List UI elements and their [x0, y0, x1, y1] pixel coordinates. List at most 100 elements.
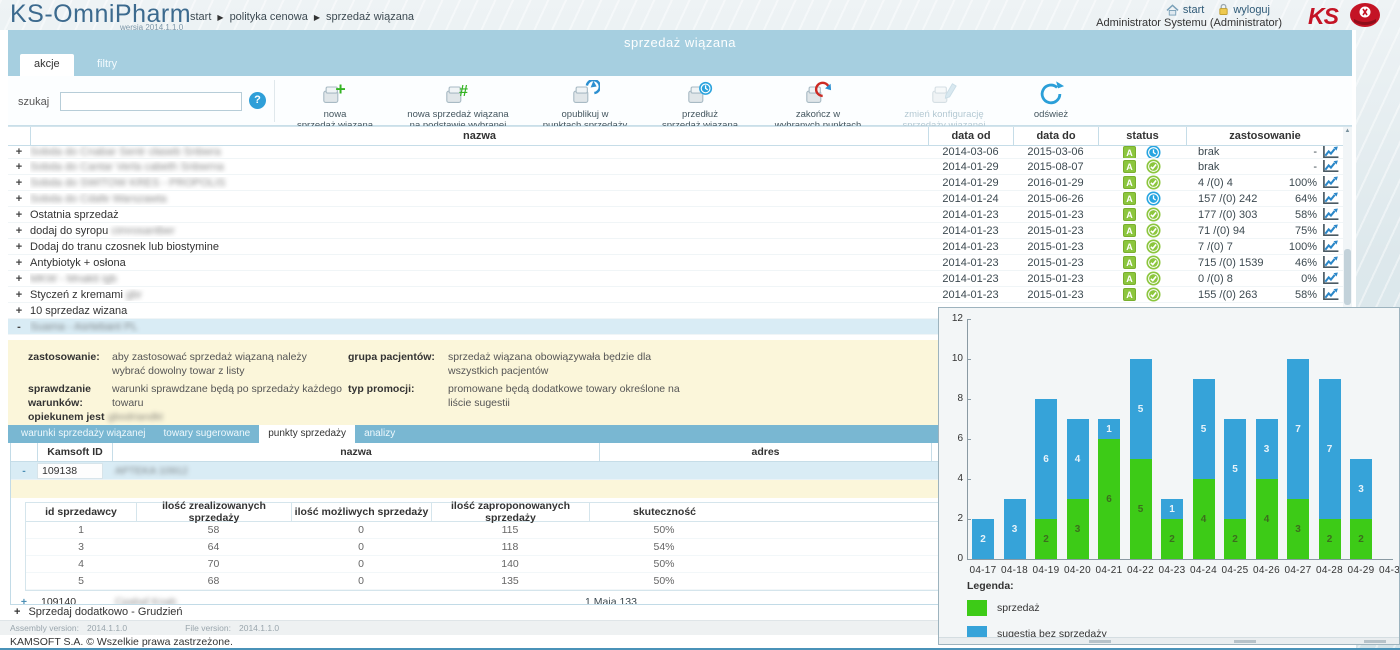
- row-usage: 715 /(0) 1539: [1186, 257, 1263, 269]
- table-row[interactable]: +dodaj do syropu cimrosantber2014-01-232…: [8, 223, 1352, 239]
- col-kamsoft-id[interactable]: Kamsoft ID: [37, 443, 112, 461]
- row-expander[interactable]: +: [8, 209, 30, 221]
- refresh-button[interactable]: odśwież: [1008, 78, 1094, 120]
- row-date-from: 2014-01-23: [928, 289, 1013, 301]
- row-name: Styczeń z kremami: [30, 289, 126, 301]
- col-zastosowanie[interactable]: zastosowanie: [1186, 127, 1343, 145]
- tab-warunki-sprzedazy-wiazanej[interactable]: warunki sprzedaży wiązanej: [12, 425, 155, 443]
- home-link[interactable]: start: [1166, 4, 1204, 16]
- row-chart-icon[interactable]: [1320, 255, 1340, 270]
- row-chart-icon[interactable]: [1320, 146, 1340, 159]
- row-usage: brak: [1186, 146, 1219, 158]
- row-expander[interactable]: +: [8, 257, 30, 269]
- col-skutecznosc[interactable]: skuteczność: [589, 503, 739, 521]
- bar-segment: 2: [1224, 519, 1246, 559]
- table-row[interactable]: +Styczeń z kremami gbr2014-01-232015-01-…: [8, 287, 1352, 303]
- row-chart-icon[interactable]: [1320, 207, 1340, 222]
- breadcrumb-item[interactable]: polityka cenowa: [230, 11, 308, 23]
- row-name: Sprzedaj dodatkowo - Grudzień: [28, 606, 182, 620]
- col-adres[interactable]: adres: [599, 443, 931, 461]
- seller-row[interactable]: 364011854%: [26, 539, 944, 556]
- detail-label: sprawdzanie warunków:: [28, 382, 104, 410]
- row-expander[interactable]: +: [8, 273, 30, 285]
- row-expander[interactable]: +: [8, 289, 30, 301]
- table-row[interactable]: +Sobda do Cdafe Warszawta2014-01-242015-…: [8, 191, 1352, 207]
- seller-row[interactable]: 158011550%: [26, 522, 944, 539]
- row-chart-icon[interactable]: [1320, 223, 1340, 238]
- new-bundled-sale-from-selected-button[interactable]: # nowa sprzedaż wiązana na podstawie wyb…: [390, 78, 526, 131]
- col-data-od[interactable]: data od: [928, 127, 1013, 145]
- scrollbar-thumb[interactable]: [1344, 249, 1351, 305]
- row-usage: brak: [1186, 161, 1219, 173]
- row-date-from: 2014-01-29: [928, 177, 1013, 189]
- table-row[interactable]: +Sobda do SWITOW KRES - PROPOLIS2014-01-…: [8, 175, 1352, 191]
- col-status[interactable]: status: [1098, 127, 1186, 145]
- row-collapse-control[interactable]: -: [11, 465, 37, 477]
- seller-row[interactable]: 568013550%: [26, 573, 944, 590]
- row-expander[interactable]: +: [8, 146, 30, 158]
- col-mozliwe[interactable]: ilość możliwych sprzedaży: [291, 503, 431, 521]
- tab-towary-sugerowane[interactable]: towary sugerowane: [155, 425, 260, 443]
- seller-row[interactable]: 470014050%: [26, 556, 944, 573]
- x-tick-label: 04-19: [1029, 565, 1063, 576]
- table-row[interactable]: +Antybiotyk + osłona2014-01-232015-01-23…: [8, 255, 1352, 271]
- help-icon[interactable]: ?: [249, 92, 266, 109]
- row-usage-percent: -: [1313, 161, 1317, 173]
- logout-link[interactable]: wyloguj: [1218, 3, 1270, 16]
- tab-analizy[interactable]: analizy: [355, 425, 404, 443]
- breadcrumb-item[interactable]: sprzedaż wiązana: [326, 11, 414, 23]
- tab-punkty-sprzedazy[interactable]: punkty sprzedaży: [259, 425, 355, 443]
- extend-bundled-sale-button[interactable]: przedłuż sprzedaż wiązaną: [644, 78, 756, 131]
- col-zaproponowane[interactable]: ilość zaproponowanych sprzedaży: [431, 503, 589, 521]
- seller-proposed: 118: [431, 541, 589, 553]
- table-row[interactable]: +MKW - Mnakti igb2014-01-232015-01-23A0 …: [8, 271, 1352, 287]
- table-row[interactable]: +Sobda do Cantar Verla cabeth Snbwrna201…: [8, 159, 1352, 175]
- table-row[interactable]: +Ostatnia sprzedaż2014-01-232015-01-23A1…: [8, 207, 1352, 223]
- table-row[interactable]: +Dodaj do tranu czosnek lub biostymine20…: [8, 239, 1352, 255]
- row-chart-icon[interactable]: [1320, 271, 1340, 286]
- file-version-label: File version:: [185, 623, 231, 633]
- assembly-version-value: 2014.1.1.0: [87, 623, 127, 633]
- breadcrumb-item[interactable]: start: [190, 11, 211, 23]
- status-ok-icon: [1146, 223, 1161, 238]
- table-row[interactable]: +Sobda do Cnabar Sentr cłaseb Snbwra2014…: [8, 146, 1352, 159]
- search-input[interactable]: [60, 92, 242, 111]
- col-zrealizowane[interactable]: ilość zrealizowanych sprzedaży: [136, 503, 291, 521]
- row-usage-percent: 58%: [1295, 289, 1317, 301]
- row-expander[interactable]: -: [8, 321, 30, 333]
- row-expander[interactable]: +: [8, 225, 30, 237]
- row-chart-icon[interactable]: [1320, 239, 1340, 254]
- publish-in-sale-points-button[interactable]: opublikuj w punktach sprzedaży: [526, 78, 644, 131]
- row-expander[interactable]: +: [8, 305, 30, 317]
- row-expander[interactable]: +: [8, 177, 30, 189]
- end-in-selected-points-button[interactable]: zakończ w wybranych punktach: [756, 78, 880, 131]
- row-chart-icon[interactable]: [1320, 159, 1340, 174]
- status-active-badge: A: [1123, 146, 1136, 159]
- x-axis: [967, 559, 1393, 560]
- bar-segment: 2: [1319, 519, 1341, 559]
- tab-akcje[interactable]: akcje: [20, 54, 74, 76]
- status-active-badge: A: [1123, 240, 1136, 253]
- col-data-do[interactable]: data do: [1013, 127, 1098, 145]
- status-active-badge: A: [1123, 288, 1136, 301]
- chart-scrollbar[interactable]: [939, 637, 1399, 644]
- col-nazwa[interactable]: nazwa: [112, 443, 599, 461]
- row-expand-control[interactable]: +: [11, 596, 37, 606]
- row-chart-icon[interactable]: [1320, 287, 1340, 302]
- col-nazwa[interactable]: nazwa: [30, 127, 928, 145]
- row-expander[interactable]: +: [8, 193, 30, 205]
- next-bundled-sale-row[interactable]: + Sprzedaj dodatkowo - Grudzień: [8, 606, 938, 620]
- row-expander[interactable]: +: [8, 161, 30, 173]
- change-configuration-button[interactable]: zmień konfigurację sprzedaży wiązanej: [880, 78, 1008, 131]
- row-expander[interactable]: +: [8, 241, 30, 253]
- status-ok-icon: [1146, 239, 1161, 254]
- new-bundled-sale-button[interactable]: + nowa sprzedaż wiązana: [280, 78, 390, 131]
- detail-value: aby zastosować sprzedaż wiązaną należy w…: [112, 350, 337, 378]
- col-id-sprzedawcy[interactable]: id sprzedawcy: [26, 503, 136, 521]
- row-chart-icon[interactable]: [1320, 175, 1340, 190]
- scroll-up-icon[interactable]: ▲: [1343, 127, 1352, 136]
- x-tick-label: 04-28: [1313, 565, 1347, 576]
- row-chart-icon[interactable]: [1320, 191, 1340, 206]
- row-expander[interactable]: +: [14, 606, 20, 620]
- tab-filtry[interactable]: filtry: [83, 54, 131, 76]
